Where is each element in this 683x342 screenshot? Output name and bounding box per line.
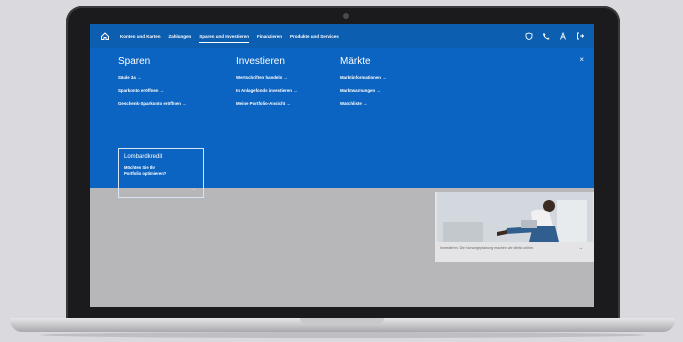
hero-teaser-card[interactable]: Investieren. Die Vorsorgeplanung machen … bbox=[435, 192, 594, 262]
menu-column-title: Investieren bbox=[236, 56, 285, 67]
menu-column-sparen: Sparen Säule 3a → Sparkonto eröffnen → G… bbox=[118, 56, 187, 114]
user-icon[interactable] bbox=[559, 32, 567, 40]
menu-link[interactable]: Geschenk-Sparkonto eröffnen → bbox=[118, 101, 187, 106]
laptop-notch bbox=[300, 318, 384, 324]
nav-icon-group bbox=[525, 32, 584, 40]
menu-column-investieren: Investieren Wertschriften handeln → In A… bbox=[236, 56, 298, 114]
logout-icon[interactable] bbox=[576, 32, 584, 40]
menu-link[interactable]: Meine Portfolio-Ansicht → bbox=[236, 101, 298, 106]
promo-text: Möchten Sie Ihr Portfolio optimieren? bbox=[124, 165, 167, 176]
phone-icon[interactable] bbox=[542, 32, 550, 40]
hero-image bbox=[437, 192, 593, 242]
menu-column-maerkte: Märkte Marktinformationen → Marktwarnung… bbox=[340, 56, 387, 114]
nav-item-finanzieren[interactable]: Finanzieren bbox=[257, 34, 282, 39]
menu-link[interactable]: Säule 3a → bbox=[118, 75, 187, 80]
nav-item-sparen-investieren[interactable]: Sparen und Investieren bbox=[199, 34, 249, 43]
close-icon[interactable]: × bbox=[579, 56, 584, 64]
menu-column-title: Sparen bbox=[118, 56, 151, 67]
shield-icon[interactable] bbox=[525, 32, 533, 40]
laptop-shadow bbox=[40, 332, 645, 338]
menu-link[interactable]: In Anlagefonds investieren → bbox=[236, 88, 298, 93]
menu-link[interactable]: Wertschriften handeln → bbox=[236, 75, 298, 80]
browser-screen: Konten und Karten Zahlungen Sparen und I… bbox=[90, 24, 594, 307]
promo-title: Lombardkredit bbox=[124, 154, 163, 160]
arrow-right-icon[interactable]: → bbox=[578, 245, 583, 251]
mega-menu: Sparen Säule 3a → Sparkonto eröffnen → G… bbox=[90, 48, 594, 198]
menu-link[interactable]: Sparkonto eröffnen → bbox=[118, 88, 187, 93]
menu-link[interactable]: Watchliste → bbox=[340, 101, 387, 106]
home-icon[interactable] bbox=[100, 31, 110, 41]
top-navigation: Konten und Karten Zahlungen Sparen und I… bbox=[90, 24, 594, 48]
menu-link[interactable]: Marktinformationen → bbox=[340, 75, 387, 80]
hero-caption: Investieren. Die Vorsorgeplanung machen … bbox=[440, 246, 534, 250]
nav-item-konten[interactable]: Konten und Karten bbox=[120, 34, 161, 39]
nav-item-zahlungen[interactable]: Zahlungen bbox=[169, 34, 192, 39]
nav-item-produkte[interactable]: Produkte und Services bbox=[290, 34, 339, 39]
menu-link[interactable]: Marktwarnungen → bbox=[340, 88, 387, 93]
arrow-right-icon: → bbox=[191, 186, 196, 192]
menu-column-title: Märkte bbox=[340, 56, 371, 67]
lombardkredit-card[interactable]: Lombardkredit Möchten Sie Ihr Portfolio … bbox=[118, 148, 204, 198]
webcam-icon bbox=[343, 13, 349, 19]
